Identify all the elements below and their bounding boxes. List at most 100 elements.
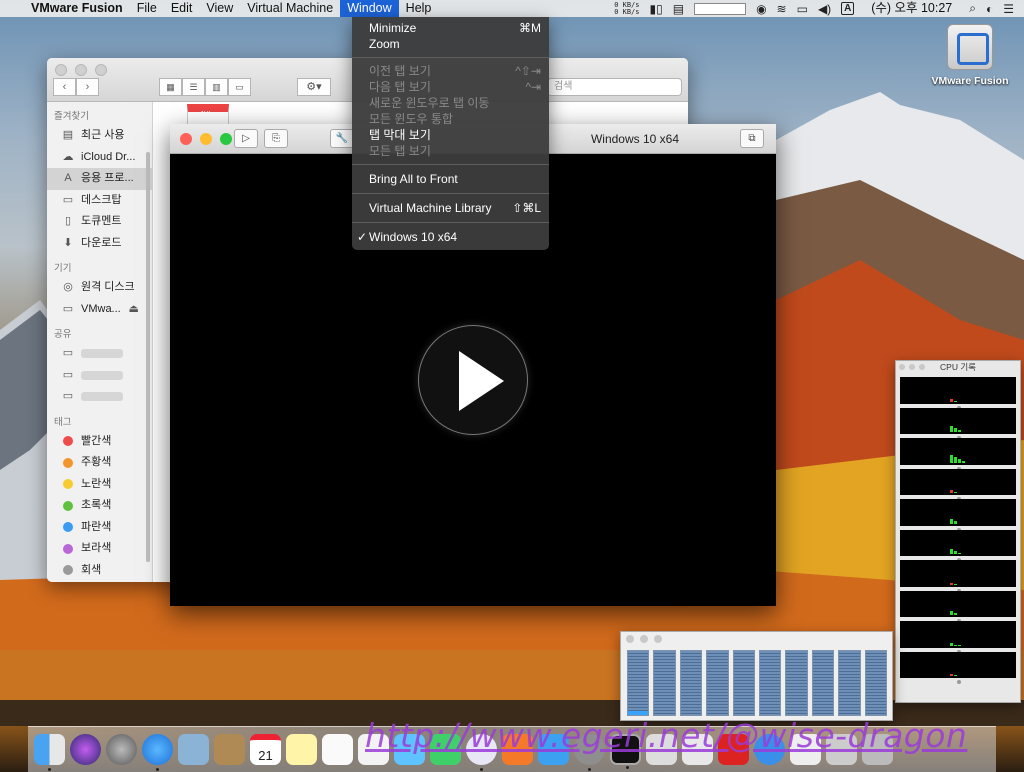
cpu-core-graph bbox=[900, 560, 1016, 593]
icon-view-button[interactable]: ▦ bbox=[159, 78, 182, 96]
eye-icon[interactable]: ◉ bbox=[756, 2, 766, 16]
reminders-dock-icon[interactable] bbox=[322, 734, 353, 765]
spotlight-search-icon[interactable]: ⌕ bbox=[969, 1, 976, 16]
window-controls bbox=[55, 64, 107, 76]
minimize-button[interactable] bbox=[909, 364, 915, 370]
apple-icon[interactable] bbox=[0, 0, 24, 17]
clock[interactable]: (수) 오후 10:27 bbox=[864, 0, 959, 17]
tag-dot bbox=[63, 543, 73, 554]
safari-dock-icon[interactable] bbox=[142, 734, 173, 771]
sidebar-tag-green[interactable]: 초록색 bbox=[47, 495, 152, 517]
sidebar-tag-gray[interactable]: 회색 bbox=[47, 560, 152, 582]
menu-item-zoom[interactable]: Zoom bbox=[352, 36, 549, 52]
play-icon[interactable] bbox=[418, 325, 528, 435]
forward-button[interactable]: › bbox=[76, 78, 99, 96]
finder-dock-icon[interactable] bbox=[34, 734, 65, 771]
back-button[interactable]: ‹ bbox=[53, 78, 76, 96]
menu-item-all-tabs[interactable]: 모든 탭 보기 bbox=[352, 143, 549, 159]
calendar-dock-icon[interactable]: 21 bbox=[250, 734, 281, 765]
sidebar-item-icloud[interactable]: ☁ iCloud Dr... bbox=[47, 147, 152, 169]
column-view-button[interactable]: ▥ bbox=[205, 78, 228, 96]
document-icon: ▯ bbox=[64, 215, 72, 227]
eject-icon[interactable]: ⏏ bbox=[127, 299, 141, 321]
sidebar-tag-red[interactable]: 빨간색 bbox=[47, 431, 152, 453]
sidebar-tag-orange[interactable]: 주황색 bbox=[47, 452, 152, 474]
menu-app-name[interactable]: VMware Fusion bbox=[24, 0, 130, 17]
sidebar-section-favorites: 즐겨찾기 bbox=[54, 111, 89, 122]
desktop-icon-vmware[interactable]: VMware Fusion bbox=[930, 24, 1010, 87]
play-toolbar-button[interactable]: ▷ bbox=[234, 129, 258, 148]
zoom-button[interactable] bbox=[220, 133, 232, 145]
menu-virtual-machine[interactable]: Virtual Machine bbox=[240, 0, 340, 17]
sidebar-item-applications[interactable]: A 응용 프로... bbox=[47, 168, 152, 190]
menu-item-label: Virtual Machine Library bbox=[369, 201, 492, 215]
notification-center-icon[interactable]: ☰ bbox=[1003, 2, 1014, 16]
close-button[interactable] bbox=[899, 364, 905, 370]
menu-item-vm-library[interactable]: Virtual Machine Library ⇧⌘L bbox=[352, 199, 549, 217]
sidebar-item-label: 데스크탑 bbox=[81, 193, 122, 206]
sidebar-item-recents[interactable]: ▤ 최근 사용 bbox=[47, 125, 152, 147]
fullscreen-button[interactable]: ⧉ bbox=[740, 129, 764, 148]
launchpad-dock-icon[interactable] bbox=[106, 734, 137, 765]
menu-view[interactable]: View bbox=[199, 0, 240, 17]
close-button[interactable] bbox=[626, 635, 634, 643]
sidebar-item-documents[interactable]: ▯ 도큐멘트 bbox=[47, 211, 152, 233]
menu-item-bring-front[interactable]: Bring All to Front bbox=[352, 170, 549, 188]
volume-icon[interactable]: ◀) bbox=[818, 2, 831, 16]
display-icon[interactable]: ▭ bbox=[797, 2, 808, 16]
menu-file[interactable]: File bbox=[130, 0, 164, 17]
sidebar-item-shared[interactable]: ▭ bbox=[47, 343, 152, 365]
minimize-button[interactable] bbox=[200, 133, 212, 145]
menu-separator bbox=[352, 193, 549, 194]
sidebar-scrollbar[interactable] bbox=[146, 152, 150, 562]
snapshot-button[interactable]: ⎘ bbox=[264, 129, 288, 148]
minimize-button[interactable] bbox=[75, 64, 87, 76]
notes-dock-icon[interactable] bbox=[286, 734, 317, 765]
sidebar-item-shared[interactable]: ▭ bbox=[47, 365, 152, 387]
menu-item-next-tab[interactable]: 다음 탭 보기 ^⇥ bbox=[352, 79, 549, 95]
menu-item-shortcut: ^⇧⇥ bbox=[515, 64, 541, 78]
sidebar-item-shared[interactable]: ▭ bbox=[47, 386, 152, 408]
settings-wrench-button[interactable]: 🔧 bbox=[330, 129, 354, 148]
calendar-app-icon[interactable]: JUL bbox=[187, 104, 229, 126]
wifi-icon[interactable]: ≋ bbox=[777, 2, 787, 16]
recents-icon: ▤ bbox=[62, 129, 74, 141]
zoom-button[interactable] bbox=[654, 635, 662, 643]
menu-item-label: Bring All to Front bbox=[369, 172, 458, 186]
tag-dot bbox=[63, 565, 73, 576]
sidebar-tag-blue[interactable]: 파란색 bbox=[47, 517, 152, 539]
menu-item-prev-tab[interactable]: 이전 탭 보기 ^⇧⇥ bbox=[352, 63, 549, 79]
menu-item-tab-bar[interactable]: 탭 막대 보기 bbox=[352, 127, 549, 143]
sidebar-item-downloads[interactable]: ⬇ 다운로드 bbox=[47, 233, 152, 255]
minimize-button[interactable] bbox=[640, 635, 648, 643]
sidebar-item-vmware-volume[interactable]: ▭ VMwa... ⏏ bbox=[47, 299, 152, 321]
battery-icon[interactable]: ▮▯ bbox=[650, 2, 663, 16]
contacts-dock-icon[interactable] bbox=[214, 734, 245, 765]
menu-window[interactable]: Window bbox=[340, 0, 399, 17]
zoom-button[interactable] bbox=[95, 64, 107, 76]
list-view-button[interactable]: ☰ bbox=[182, 78, 205, 96]
memory-icon[interactable]: ▤ bbox=[673, 2, 684, 16]
menu-item-minimize[interactable]: Minimize ⌘M bbox=[352, 20, 549, 36]
gallery-view-button[interactable]: ▭ bbox=[228, 78, 251, 96]
menu-item-windows10[interactable]: ✓ Windows 10 x64 bbox=[352, 228, 549, 246]
gear-icon[interactable]: ⚙▾ bbox=[297, 78, 331, 96]
sidebar-item-remote-disc[interactable]: ◎ 원격 디스크 bbox=[47, 277, 152, 299]
menu-item-merge-windows[interactable]: 모든 윈도우 통합 bbox=[352, 111, 549, 127]
search-input[interactable]: 검색 bbox=[547, 78, 682, 96]
sidebar-item-desktop[interactable]: ▭ 데스크탑 bbox=[47, 190, 152, 212]
cpu-core-graph bbox=[900, 651, 1016, 684]
cpu-graph[interactable] bbox=[694, 2, 747, 15]
menu-item-move-tab[interactable]: 새로운 윈도우로 탭 이동 bbox=[352, 95, 549, 111]
sidebar-tag-purple[interactable]: 보라색 bbox=[47, 538, 152, 560]
sidebar-tag-yellow[interactable]: 노란색 bbox=[47, 474, 152, 496]
zoom-button[interactable] bbox=[919, 364, 925, 370]
menu-edit[interactable]: Edit bbox=[164, 0, 200, 17]
preview-dock-icon[interactable] bbox=[178, 734, 209, 765]
close-button[interactable] bbox=[55, 64, 67, 76]
siri-icon[interactable]: ◐ bbox=[986, 2, 993, 16]
siri-dock-icon[interactable] bbox=[70, 734, 101, 765]
menu-help[interactable]: Help bbox=[399, 0, 439, 17]
input-source[interactable]: A bbox=[841, 2, 855, 15]
close-button[interactable] bbox=[180, 133, 192, 145]
